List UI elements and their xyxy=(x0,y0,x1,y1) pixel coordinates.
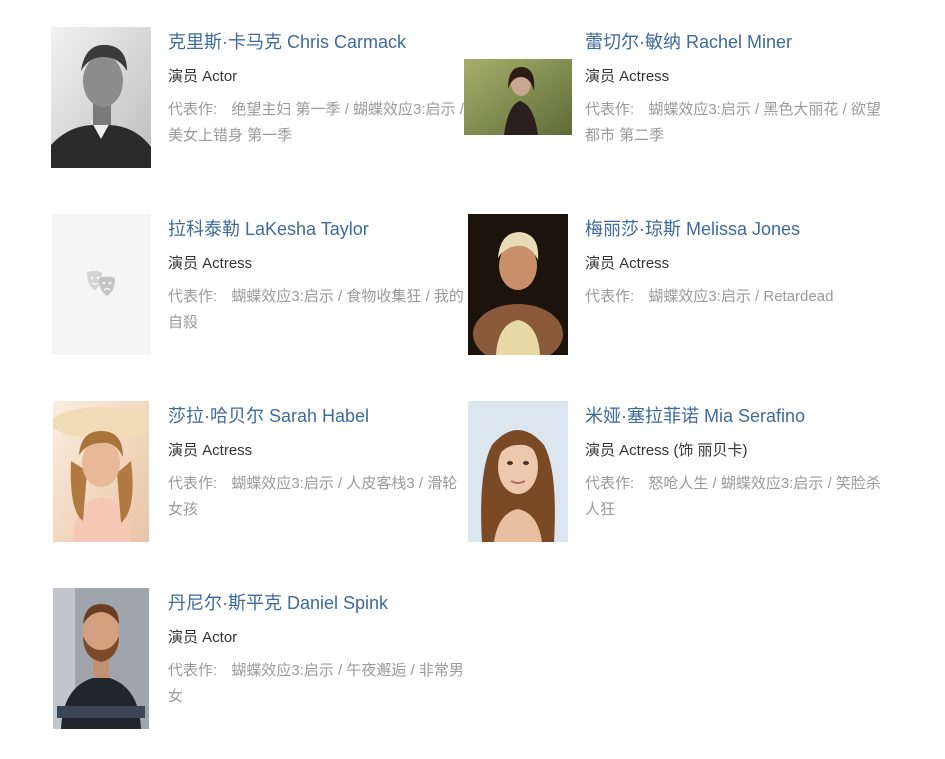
separator: / xyxy=(827,475,836,492)
cast-list: 克里斯·卡马克 Chris Carmack 演员 Actor 代表作: 绝望主妇… xyxy=(0,0,945,759)
cast-photo[interactable] xyxy=(468,213,568,355)
cast-role: 演员 Actor xyxy=(168,68,238,85)
work-link[interactable]: 黑色大丽花 xyxy=(763,101,838,118)
cast-photo[interactable] xyxy=(53,587,149,729)
cast-info: 丹尼尔·斯平克 Daniel Spink 演员 Actor 代表作: 蝴蝶效应3… xyxy=(168,591,468,710)
cast-works: 代表作: 蝴蝶效应3:启示 / 黑色大丽花 / 欲望都市 第二季 xyxy=(585,97,885,149)
cast-card: 丹尼尔·斯平克 Daniel Spink 演员 Actor 代表作: 蝴蝶效应3… xyxy=(46,583,466,733)
cast-works: 代表作: 怒呛人生 / 蝴蝶效应3:启示 / 笑脸杀人狂 xyxy=(585,471,885,523)
cast-role: 演员 Actress xyxy=(168,442,253,459)
work-link[interactable]: 蝴蝶效应3:启示 xyxy=(231,662,334,679)
cast-role: 演员 Actress xyxy=(585,68,670,85)
cast-photo[interactable] xyxy=(53,400,149,542)
works-label: 代表作: xyxy=(168,101,218,118)
work-link[interactable]: 蝴蝶效应3:启示 xyxy=(721,475,824,492)
cast-photo-frame xyxy=(463,396,573,546)
cast-photo-frame xyxy=(463,209,573,359)
cast-name-link[interactable]: 梅丽莎·琼斯 Melissa Jones xyxy=(585,217,885,241)
cast-photo-frame xyxy=(463,22,573,172)
cast-role: 演员 Actress xyxy=(168,255,253,272)
work-link[interactable]: 怒呛人生 xyxy=(648,475,708,492)
work-link[interactable]: 蝴蝶效应3:启示 xyxy=(231,475,334,492)
work-link[interactable]: 午夜邂逅 xyxy=(346,662,406,679)
cast-info: 拉科泰勒 LaKesha Taylor 演员 Actress 代表作: 蝴蝶效应… xyxy=(168,217,468,336)
cast-card: 克里斯·卡马克 Chris Carmack 演员 Actor 代表作: 绝望主妇… xyxy=(46,22,466,172)
cast-card: 梅丽莎·琼斯 Melissa Jones 演员 Actress 代表作: 蝴蝶效… xyxy=(463,209,883,359)
cast-name-link[interactable]: 蕾切尔·敏纳 Rachel Miner xyxy=(585,30,885,54)
cast-info: 莎拉·哈贝尔 Sarah Habel 演员 Actress 代表作: 蝴蝶效应3… xyxy=(168,404,468,523)
cast-info: 米娅·塞拉菲诺 Mia Serafino 演员 Actress (饰 丽贝卡) … xyxy=(585,404,885,523)
works-label: 代表作: xyxy=(585,101,635,118)
work-link[interactable]: 蝴蝶效应3:启示 xyxy=(648,288,751,305)
cast-info: 梅丽莎·琼斯 Melissa Jones 演员 Actress 代表作: 蝴蝶效… xyxy=(585,217,885,310)
cast-works: 代表作: 蝴蝶效应3:启示 / 食物收集狂 / 我的自殺 xyxy=(168,284,468,336)
separator: / xyxy=(410,662,419,679)
cast-works: 代表作: 绝望主妇 第一季 / 蝴蝶效应3:启示 / 美女上错身 第一季 xyxy=(168,97,468,149)
separator: / xyxy=(344,101,354,118)
cast-card: 米娅·塞拉菲诺 Mia Serafino 演员 Actress (饰 丽贝卡) … xyxy=(463,396,883,546)
cast-info: 克里斯·卡马克 Chris Carmack 演员 Actor 代表作: 绝望主妇… xyxy=(168,30,468,149)
cast-photo-frame xyxy=(46,209,156,359)
work-link[interactable]: 食物收集狂 xyxy=(346,288,421,305)
cast-works: 代表作: 蝴蝶效应3:启示 / 人皮客栈3 / 滑轮女孩 xyxy=(168,471,468,523)
separator: / xyxy=(712,475,721,492)
work-link[interactable]: 人皮客栈3 xyxy=(346,475,414,492)
cast-photo-placeholder[interactable] xyxy=(51,213,151,355)
works-label: 代表作: xyxy=(585,475,635,492)
cast-photo[interactable] xyxy=(51,26,151,168)
works-label: 代表作: xyxy=(585,288,635,305)
separator: / xyxy=(842,101,851,118)
works-label: 代表作: xyxy=(168,475,218,492)
cast-works: 代表作: 蝴蝶效应3:启示 / 午夜邂逅 / 非常男女 xyxy=(168,658,468,710)
cast-name-link[interactable]: 丹尼尔·斯平克 Daniel Spink xyxy=(168,591,468,615)
separator: / xyxy=(425,288,434,305)
cast-name-link[interactable]: 拉科泰勒 LaKesha Taylor xyxy=(168,217,468,241)
cast-name-link[interactable]: 莎拉·哈贝尔 Sarah Habel xyxy=(168,404,468,428)
cast-info: 蕾切尔·敏纳 Rachel Miner 演员 Actress 代表作: 蝴蝶效应… xyxy=(585,30,885,149)
work-link[interactable]: 绝望主妇 第一季 xyxy=(231,101,340,118)
cast-card: 蕾切尔·敏纳 Rachel Miner 演员 Actress 代表作: 蝴蝶效应… xyxy=(463,22,883,172)
cast-name-link[interactable]: 米娅·塞拉菲诺 Mia Serafino xyxy=(585,404,885,428)
cast-role: 演员 Actress (饰 丽贝卡) xyxy=(585,442,748,459)
cast-role: 演员 Actor xyxy=(168,629,238,646)
cast-name-link[interactable]: 克里斯·卡马克 Chris Carmack xyxy=(168,30,468,54)
works-label: 代表作: xyxy=(168,288,218,305)
cast-photo[interactable] xyxy=(468,400,568,542)
cast-role: 演员 Actress xyxy=(585,255,670,272)
works-label: 代表作: xyxy=(168,662,218,679)
separator: / xyxy=(418,475,428,492)
cast-card: 莎拉·哈贝尔 Sarah Habel 演员 Actress 代表作: 蝴蝶效应3… xyxy=(46,396,466,546)
work-link[interactable]: 蝴蝶效应3:启示 xyxy=(648,101,751,118)
cast-photo-frame xyxy=(46,396,156,546)
cast-card: 拉科泰勒 LaKesha Taylor 演员 Actress 代表作: 蝴蝶效应… xyxy=(46,209,466,359)
work-link[interactable]: Retardead xyxy=(763,288,833,305)
cast-photo-frame xyxy=(46,583,156,733)
work-link[interactable]: 蝴蝶效应3:启示 xyxy=(353,101,456,118)
work-link[interactable]: 蝴蝶效应3:启示 xyxy=(231,288,334,305)
cast-photo-frame xyxy=(46,22,156,172)
work-link[interactable]: 美女上错身 第一季 xyxy=(168,127,292,144)
theater-masks-icon xyxy=(84,269,118,299)
cast-photo[interactable] xyxy=(464,59,572,135)
cast-works: 代表作: 蝴蝶效应3:启示 / Retardead xyxy=(585,284,885,310)
